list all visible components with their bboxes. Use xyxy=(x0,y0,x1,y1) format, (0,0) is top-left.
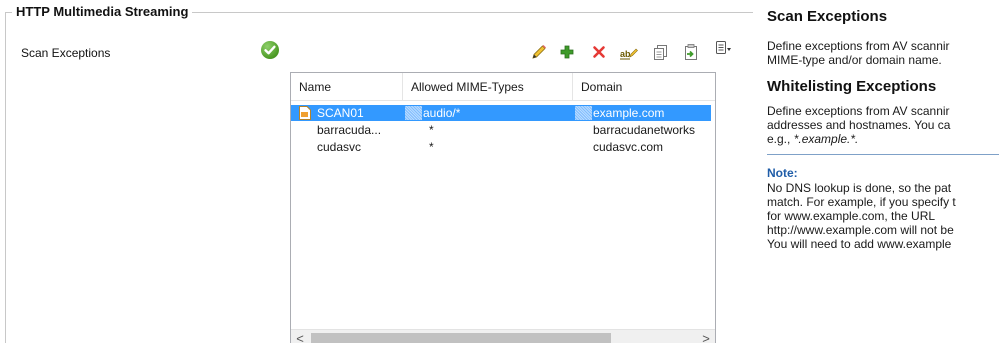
help-scan-exceptions-title: Scan Exceptions xyxy=(767,8,888,25)
column-header-domain[interactable]: Domain xyxy=(573,73,715,101)
scan-exceptions-label: Scan Exceptions xyxy=(21,46,111,60)
help-note-text: No DNS lookup is done, so the pat xyxy=(767,181,952,195)
pencil-icon[interactable] xyxy=(529,42,549,62)
help-note-text: for www.example.com, the URL xyxy=(767,209,936,223)
list-header: Name Allowed MIME-Types Domain xyxy=(291,73,715,101)
help-note-text: match. For example, if you specify t xyxy=(767,195,956,209)
cell-name: cudasvc xyxy=(317,140,362,154)
scroll-left-button[interactable]: < xyxy=(291,330,309,343)
column-header-mime-types[interactable]: Allowed MIME-Types xyxy=(403,73,573,101)
table-row[interactable]: SCAN01 audio/* example.com xyxy=(291,105,711,121)
help-example-pattern: *.example.*. xyxy=(793,132,859,146)
help-note-text: http://www.example.com will not be xyxy=(767,223,954,237)
group-title: HTTP Multimedia Streaming xyxy=(12,4,193,19)
help-text-prefix: e.g., xyxy=(767,132,794,146)
help-text: Define exceptions from AV scannir xyxy=(767,104,950,118)
scrollbar-thumb[interactable] xyxy=(311,333,611,343)
table-row[interactable]: barracuda... * barracudanetworks xyxy=(291,122,715,138)
scroll-right-button[interactable]: > xyxy=(697,330,715,343)
cell-highlight xyxy=(405,106,422,120)
svg-text:ab: ab xyxy=(620,49,631,59)
plus-icon[interactable] xyxy=(557,42,577,62)
scan-exceptions-list[interactable]: Name Allowed MIME-Types Domain SCAN01 au… xyxy=(290,72,716,343)
help-divider xyxy=(767,154,999,155)
help-panel: Scan Exceptions Define exceptions from A… xyxy=(767,0,999,343)
help-note-title: Note: xyxy=(767,166,798,180)
check-circle-icon xyxy=(261,41,279,59)
rule-document-icon xyxy=(298,105,312,121)
help-whitelisting-title: Whitelisting Exceptions xyxy=(767,78,937,95)
horizontal-scrollbar[interactable]: < > xyxy=(291,329,715,343)
table-row[interactable]: cudasvc * cudasvc.com xyxy=(291,139,715,155)
paste-icon[interactable] xyxy=(681,42,701,62)
rename-icon[interactable]: ab xyxy=(619,42,639,62)
help-text: addresses and hostnames. You ca xyxy=(767,118,951,132)
delete-x-icon[interactable] xyxy=(589,42,609,62)
cell-domain: barracudanetworks xyxy=(593,123,696,137)
column-header-name[interactable]: Name xyxy=(291,73,403,101)
cell-mime: * xyxy=(429,140,434,154)
copy-icon[interactable] xyxy=(651,42,671,62)
cell-name: barracuda... xyxy=(317,123,382,137)
help-text: e.g., *.example.*. xyxy=(767,132,858,146)
help-text: Define exceptions from AV scannir xyxy=(767,39,950,53)
cell-mime: audio/* xyxy=(423,106,461,120)
cell-domain: example.com xyxy=(593,106,665,120)
list-menu-icon[interactable] xyxy=(713,38,733,58)
cell-highlight xyxy=(575,106,592,120)
cell-mime: * xyxy=(429,123,434,137)
cell-name: SCAN01 xyxy=(317,106,364,120)
help-note-text: You will need to add www.example xyxy=(767,237,952,251)
cell-domain: cudasvc.com xyxy=(593,140,664,154)
help-text: MIME-type and/or domain name. xyxy=(767,53,942,67)
